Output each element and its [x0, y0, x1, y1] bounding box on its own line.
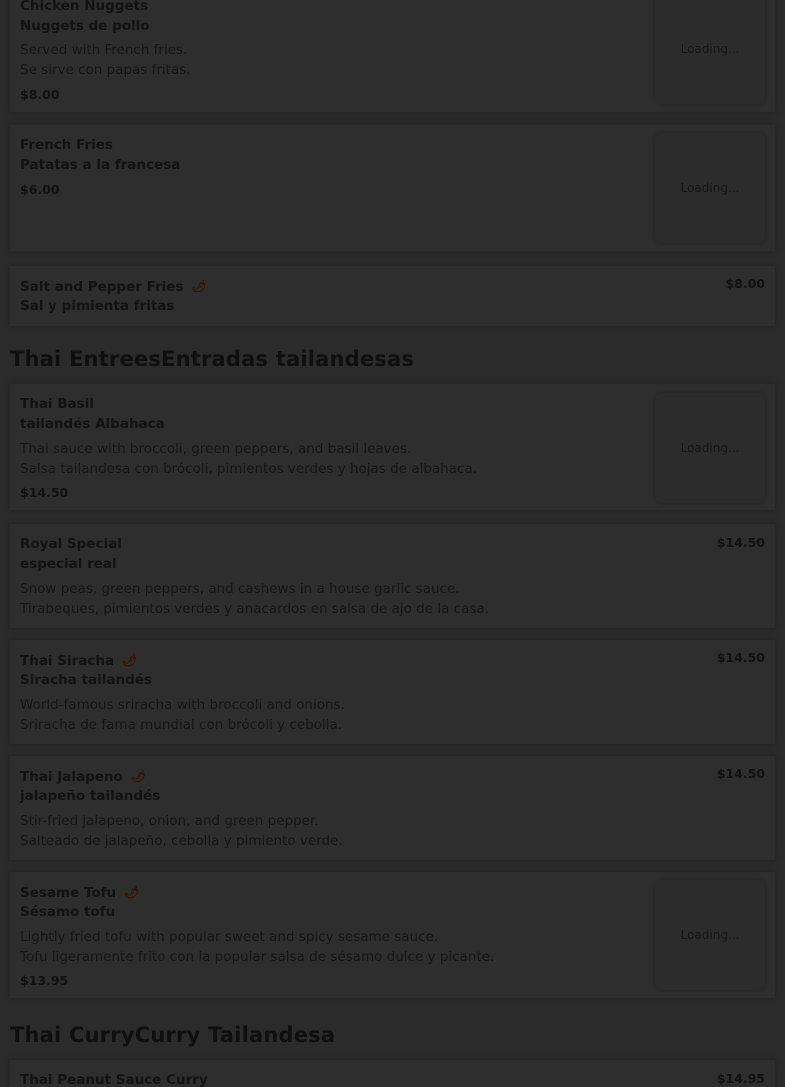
item-description-es: Salteado de jalapeño, cebolla y pimiento… [20, 833, 343, 849]
menu-item-thai-peanut-curry[interactable]: Thai Peanut Sauce Curry $14.95 [10, 1060, 775, 1087]
item-price: $14.50 [716, 766, 765, 781]
item-name-text: Salt and Pepper Fries [20, 279, 184, 295]
menu-item-chicken-nuggets[interactable]: Chicken Nuggets Nuggets de pollo Served … [10, 0, 775, 112]
item-description-en: Thai sauce with broccoli, green peppers,… [20, 441, 412, 457]
item-name-es: Nuggets de pollo [20, 18, 150, 34]
item-price: $6.00 [20, 182, 60, 197]
item-name-text: Thai Jalapeno [20, 769, 123, 785]
item-description-es: Tirabeques, pimientos verdes y anacardos… [20, 601, 489, 617]
item-image-placeholder: Loading... [655, 133, 765, 243]
loading-text: Loading... [680, 928, 740, 942]
item-image-placeholder: Loading... [655, 393, 765, 503]
item-name-en: Sesame Tofu 🌶︎ [20, 882, 139, 903]
menu-item-salt-pepper-fries[interactable]: Salt and Pepper Fries 🌶︎ Sal y pimienta f… [10, 266, 775, 326]
item-image-placeholder: Loading... [655, 880, 765, 990]
item-name-en: French Fries [20, 137, 113, 153]
chili-pepper-icon: 🌶︎ [130, 769, 147, 783]
item-price: $14.50 [716, 535, 765, 550]
item-name-en: Thai Peanut Sauce Curry [20, 1072, 208, 1087]
item-description-en: Lightly fried tofu with popular sweet an… [20, 929, 439, 945]
item-name-es: Siracha tailandés [20, 672, 152, 688]
loading-text: Loading... [680, 441, 740, 455]
item-price: $14.50 [716, 650, 765, 665]
item-name-text: Sesame Tofu [20, 885, 117, 901]
chili-pepper-icon: 🌶︎ [191, 279, 207, 293]
item-name-en: Salt and Pepper Fries 🌶︎ [20, 276, 207, 297]
item-description-es: Sriracha de fama mundial con brócoli y c… [20, 717, 343, 733]
item-description-es: Salsa tailandesa con brócoli, pimientos … [20, 461, 477, 477]
item-name-es: Patatas a la francesa [20, 157, 181, 173]
menu-item-royal-special[interactable]: Royal Special especial real Snow peas, g… [10, 524, 775, 628]
section-title-en: Thai Curry [10, 1023, 135, 1047]
item-description-en: Snow peas, green peppers, and cashews in… [20, 581, 460, 597]
item-name-en: Thai Jalapeno 🌶︎ [20, 766, 146, 787]
loading-text: Loading... [680, 42, 740, 56]
item-price: $14.50 [20, 485, 69, 500]
item-name-text: Thai Siracha [20, 653, 115, 669]
item-description-es: Se sirve con papas fritas. [20, 62, 191, 78]
item-description-en: World-famous sriracha with broccoli and … [20, 697, 345, 713]
item-name-es: jalapeño tailandés [20, 788, 161, 804]
item-description-en: Served with French fries. [20, 42, 188, 58]
section-title-thai-curry: Thai CurryCurry Tailandesa [10, 1021, 335, 1049]
item-name-es: especial real [20, 556, 117, 572]
item-name-es: tailandés Albahaca [20, 416, 165, 432]
item-description-en: Stir-fried jalapeno, onion, and green pe… [20, 813, 319, 829]
item-name-en: Thai Basil [20, 396, 94, 412]
section-title-thai-entrees: Thai EntreesEntradas tailandesas [10, 345, 414, 373]
item-name-es: Sésamo tofu [20, 904, 116, 920]
item-price: $13.95 [20, 973, 69, 988]
menu-item-french-fries[interactable]: French Fries Patatas a la francesa $6.00… [10, 125, 775, 251]
item-image-placeholder: Loading... [655, 0, 765, 104]
menu-item-thai-siracha[interactable]: Thai Siracha 🌶︎ Siracha tailandés World-f… [10, 640, 775, 744]
section-title-es: Entradas tailandesas [161, 347, 415, 371]
item-price: $8.00 [725, 276, 765, 291]
section-title-es: Curry Tailandesa [134, 1023, 336, 1047]
section-title-en: Thai Entrees [10, 347, 162, 371]
item-name-en: Chicken Nuggets [20, 0, 149, 14]
item-name-es: Sal y pimienta fritas [20, 298, 175, 314]
menu-item-thai-basil[interactable]: Thai Basil tailandés Albahaca Thai sauce… [10, 384, 775, 510]
menu-item-sesame-tofu[interactable]: Sesame Tofu 🌶︎ Sésamo tofu Lightly fried … [10, 872, 775, 998]
item-price: $14.95 [716, 1071, 765, 1086]
item-name-en: Royal Special [20, 536, 122, 552]
chili-pepper-icon: 🌶︎ [122, 653, 138, 667]
item-price: $8.00 [20, 87, 60, 102]
loading-text: Loading... [680, 181, 740, 195]
item-description-es: Tofu ligeramente frito con la popular sa… [20, 949, 495, 965]
chili-pepper-icon: 🌶︎ [124, 885, 140, 899]
item-name-en: Thai Siracha 🌶︎ [20, 650, 137, 671]
menu-item-thai-jalapeno[interactable]: Thai Jalapeno 🌶︎ jalapeño tailandés Stir-… [10, 756, 775, 860]
menu-page: Chicken Nuggets Nuggets de pollo Served … [0, 0, 785, 1087]
